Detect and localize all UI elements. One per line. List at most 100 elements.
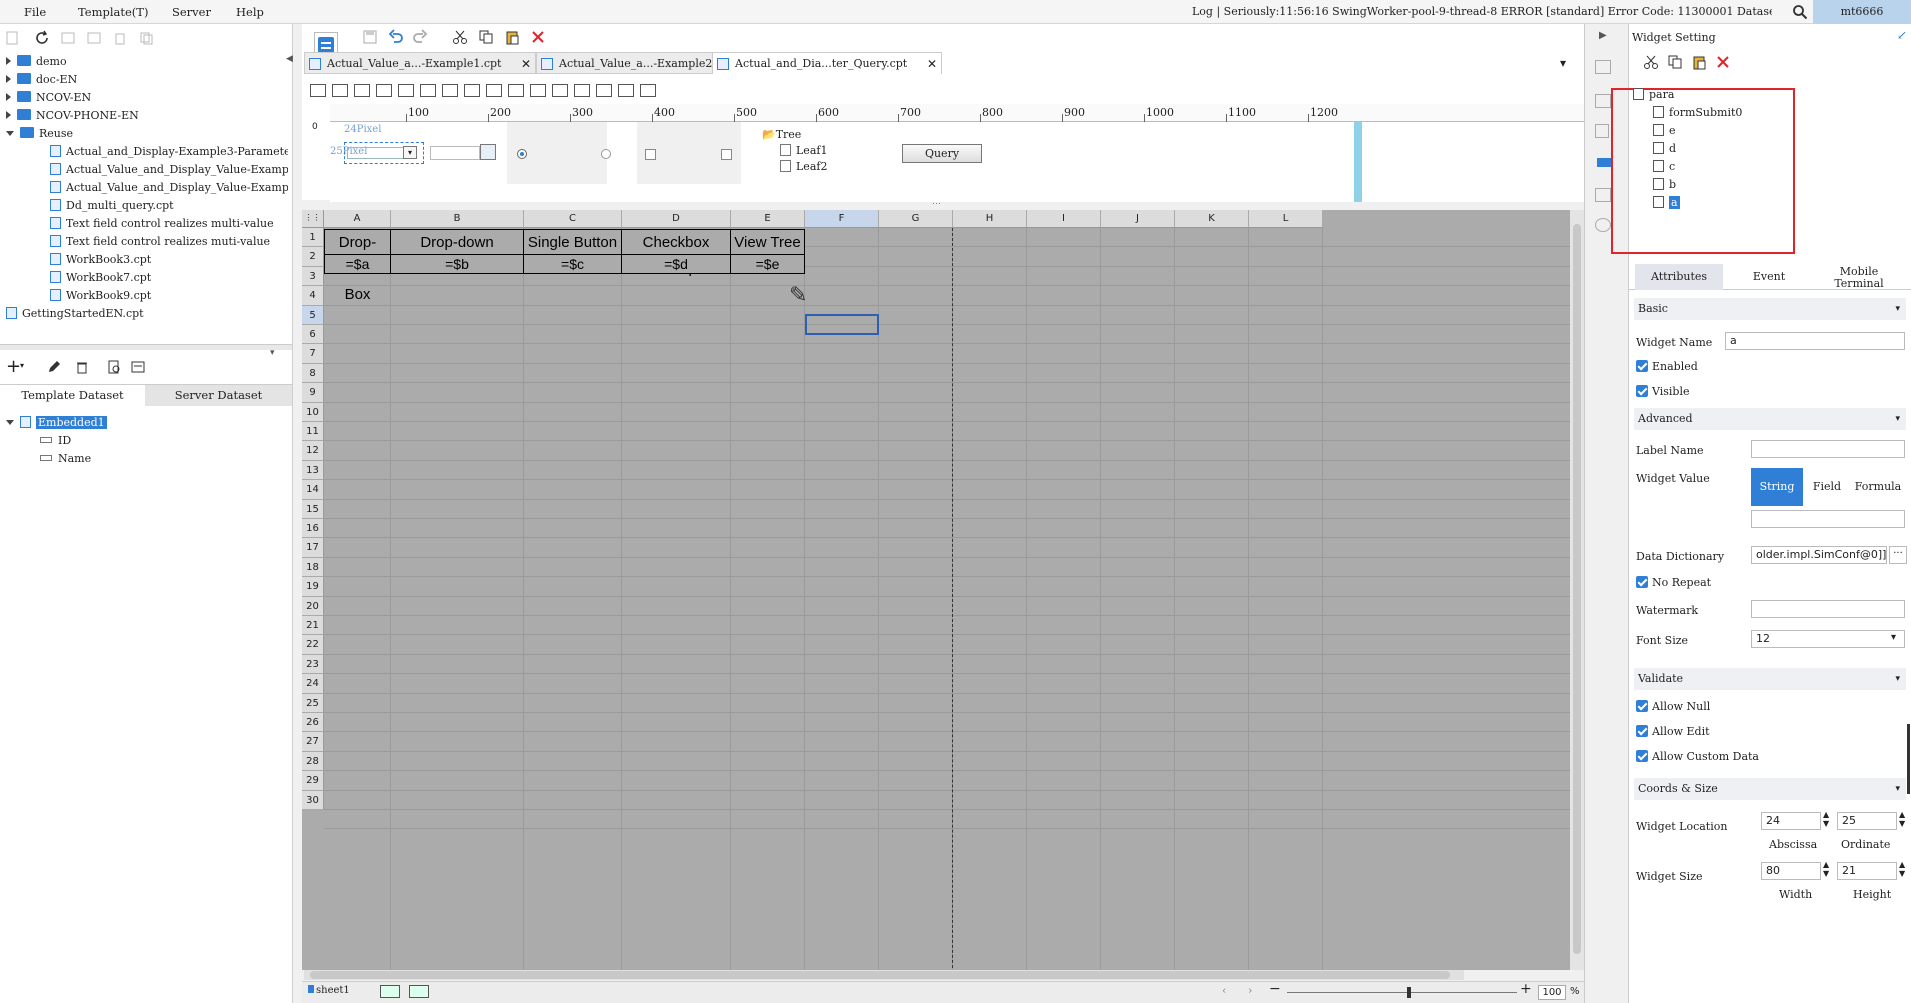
row-header[interactable]: 22 — [302, 635, 324, 655]
folder-item[interactable]: demo — [6, 53, 67, 71]
delete-x-icon[interactable] — [1715, 54, 1731, 70]
data-cell[interactable]: Drop-down Box — [324, 229, 391, 303]
vertical-scrollbar[interactable] — [1570, 210, 1584, 970]
row-header[interactable]: 5 — [302, 305, 324, 325]
row-header[interactable]: 2 — [302, 247, 324, 267]
undo-icon[interactable] — [388, 29, 404, 45]
allow-edit-checkbox[interactable]: Allow Edit — [1636, 725, 1710, 738]
data-cell[interactable]: =$b — [391, 255, 524, 274]
form-resize-handle[interactable] — [1354, 122, 1362, 202]
dataset-root[interactable]: Embedded1 — [6, 414, 107, 432]
row-header[interactable]: 15 — [302, 499, 324, 519]
folder-item[interactable]: NCOV-EN — [6, 89, 91, 107]
copy-icon[interactable] — [138, 30, 154, 46]
select-all-corner[interactable]: ⋮⋮ — [302, 210, 324, 228]
tab-server-dataset[interactable]: Server Dataset — [145, 385, 292, 406]
section-validate[interactable]: Validate ▾ — [1634, 668, 1906, 690]
password-widget-icon[interactable] — [464, 84, 480, 97]
row-header[interactable]: 17 — [302, 538, 324, 558]
preview-icon[interactable] — [106, 359, 122, 375]
stepper-icon[interactable]: ▲ ▼ — [1899, 810, 1905, 828]
condition-attribute-icon[interactable] — [1595, 188, 1611, 202]
allow-custom-data-checkbox[interactable]: Allow Custom Data — [1636, 750, 1759, 763]
new-file-icon[interactable] — [4, 30, 20, 46]
open-icon[interactable] — [60, 30, 76, 46]
data-cell[interactable]: =$d — [622, 255, 731, 274]
menu-server[interactable]: Server — [172, 5, 211, 19]
column-header[interactable]: D — [622, 210, 731, 228]
data-dictionary-input[interactable]: older.impl.SimConf@0]] — [1751, 546, 1887, 564]
file-item[interactable]: Text field control realizes multi-value — [50, 215, 274, 233]
no-repeat-checkbox[interactable]: No Repeat — [1636, 576, 1711, 589]
collapse-right-icon[interactable]: ▶ — [1599, 30, 1607, 41]
row-header[interactable]: 23 — [302, 654, 324, 675]
widget-value-input[interactable] — [1751, 510, 1905, 528]
button-widget-icon[interactable] — [552, 84, 568, 97]
horizontal-scrollbar[interactable] — [0, 344, 292, 350]
row-header[interactable]: 29 — [302, 771, 324, 791]
copy-icon[interactable] — [478, 29, 494, 45]
log-message[interactable]: Log | Seriously:11:56:16 SwingWorker-poo… — [1192, 5, 1772, 18]
widget-tree-item[interactable]: b — [1653, 176, 1676, 194]
tab-event[interactable]: Event — [1725, 264, 1813, 290]
row-header[interactable]: 21 — [302, 616, 324, 636]
file-item[interactable]: Dd_multi_query.cpt — [50, 197, 174, 215]
user-account[interactable]: mt6666 — [1813, 0, 1911, 24]
date-widget-icon[interactable] — [420, 84, 436, 97]
add-icon[interactable]: + — [6, 356, 21, 377]
template-tab[interactable]: Actual_Value_a...-Example1.cpt ✕ — [304, 52, 536, 74]
row-header[interactable]: 18 — [302, 557, 324, 578]
row-header[interactable]: 16 — [302, 519, 324, 539]
row-header[interactable]: 13 — [302, 460, 324, 481]
tab-template-dataset[interactable]: Template Dataset — [0, 385, 145, 406]
file-item[interactable]: WorkBook3.cpt — [50, 251, 151, 269]
dropdown-widget-a[interactable]: ▾ — [344, 142, 424, 164]
chevron-down-icon[interactable]: ▾ — [1891, 632, 1896, 643]
delete-x-icon[interactable] — [530, 29, 546, 45]
query-button[interactable]: Query — [902, 144, 982, 163]
label-widget-icon[interactable] — [310, 84, 326, 97]
textarea-widget-icon[interactable] — [354, 84, 370, 97]
location-y-input[interactable]: 25 — [1837, 812, 1897, 830]
dataset-field-name[interactable]: Name — [40, 450, 91, 468]
value-type-string[interactable]: String — [1751, 468, 1803, 506]
label-name-input[interactable] — [1751, 440, 1905, 458]
column-header[interactable]: F — [805, 210, 879, 228]
row-header[interactable]: 4 — [302, 286, 324, 306]
font-size-select[interactable]: 12 — [1751, 630, 1905, 648]
column-header[interactable]: C — [524, 210, 622, 228]
stepper-icon[interactable]: ▲ ▼ — [1899, 860, 1905, 878]
enabled-checkbox[interactable]: Enabled — [1636, 360, 1698, 373]
dropdown-checkbox-widget-b[interactable] — [430, 142, 498, 164]
expand-icon[interactable] — [6, 57, 11, 65]
widget-tree-item[interactable]: c — [1653, 158, 1675, 176]
data-cell[interactable]: =$e — [731, 255, 805, 274]
file-item[interactable]: Actual_Value_and_Display_Value-Example — [50, 179, 288, 197]
data-cell[interactable]: =$a — [324, 255, 391, 274]
row-header[interactable]: 25 — [302, 693, 324, 713]
vertical-scrollbar[interactable] — [1907, 724, 1910, 794]
checkbox-group-widget-d[interactable] — [637, 122, 741, 184]
horizontal-scrollbar[interactable] — [304, 970, 1464, 980]
widget-tree-item[interactable]: formSubmit0 — [1653, 104, 1742, 122]
dropdown-checkbox-widget-icon[interactable] — [398, 84, 414, 97]
row-header[interactable]: 20 — [302, 596, 324, 616]
cut-icon[interactable] — [452, 29, 468, 45]
panel-collapse-icon[interactable]: ▾ — [270, 348, 275, 358]
file-item[interactable]: WorkBook9.cpt — [50, 287, 151, 305]
data-cell[interactable]: =$c — [524, 255, 622, 274]
row-header[interactable]: 11 — [302, 422, 324, 442]
cell-attributes-icon[interactable] — [1595, 60, 1611, 74]
dataset-field-id[interactable]: ID — [40, 432, 71, 450]
zoom-value[interactable]: 100 — [1538, 985, 1566, 1000]
row-header[interactable]: 19 — [302, 577, 324, 597]
radio-group-widget-c[interactable] — [507, 122, 611, 184]
redo-icon[interactable] — [412, 29, 428, 45]
collapse-icon[interactable] — [6, 131, 14, 136]
save-icon[interactable] — [362, 29, 378, 45]
spreadsheet-grid[interactable]: ⋮⋮ A B C D E F G H I J K L 1 2 3 4 5 6 7 8 9 10 11 12 13 14 15 16 17 1… — [302, 210, 1584, 970]
menu-file[interactable]: File — [24, 5, 46, 19]
row-header[interactable]: 10 — [302, 402, 324, 422]
row-header[interactable]: 30 — [302, 790, 324, 810]
row-header[interactable]: 7 — [302, 344, 324, 364]
